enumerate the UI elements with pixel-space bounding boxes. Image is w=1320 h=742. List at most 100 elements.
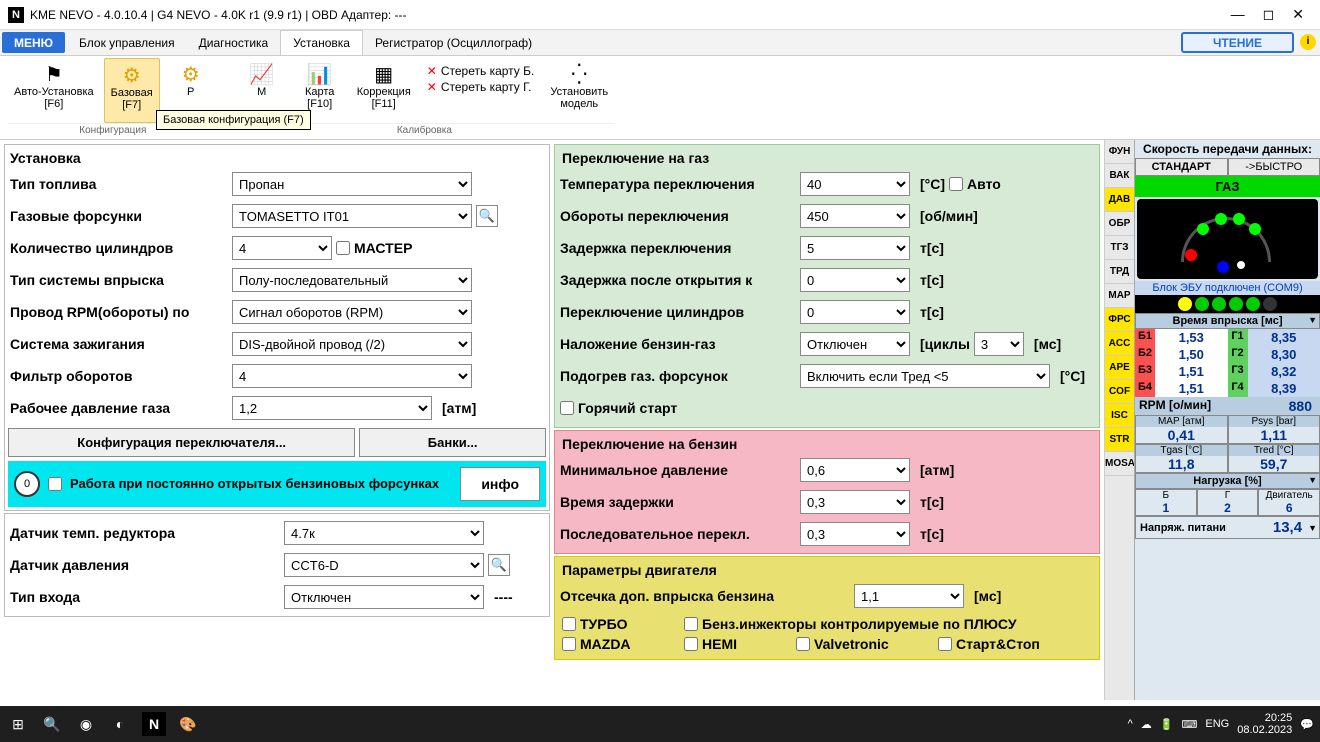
erase-map-b[interactable]: ✕Стереть карту Б. <box>427 64 535 78</box>
switch-config-button[interactable]: Конфигурация переключателя... <box>8 428 355 457</box>
maximize-icon[interactable]: ◻ <box>1263 6 1275 23</box>
ribbon-set-model[interactable]: ⁛Установить модель <box>544 58 614 123</box>
mazda-check[interactable]: MAZDA <box>562 636 672 652</box>
led-row <box>1135 295 1320 313</box>
side-tab-тгз[interactable]: ТГЗ <box>1105 236 1134 260</box>
tgas-box: Tgas [°C]11,8 <box>1135 444 1228 473</box>
paint-icon[interactable]: 🎨 <box>176 712 200 736</box>
injection-header[interactable]: Время впрыска [мс]▼ <box>1135 313 1320 329</box>
search-icon[interactable]: 🔍 <box>40 712 64 736</box>
clock[interactable]: 20:2508.02.2023 <box>1237 712 1292 736</box>
read-button[interactable]: ЧТЕНИЕ <box>1181 32 1294 53</box>
hemi-check[interactable]: HEMI <box>684 636 784 652</box>
master-check[interactable]: МАСТЕР <box>336 240 412 256</box>
erase-map-g[interactable]: ✕Стереть карту Г. <box>427 80 535 94</box>
auto-check[interactable]: Авто <box>949 176 1001 192</box>
constant-open-row: 0 Работа при постоянно открытых бензинов… <box>8 461 546 507</box>
overlap-select[interactable]: Отключен <box>800 332 910 356</box>
side-tab-обр[interactable]: ОБР <box>1105 212 1134 236</box>
turbo-check[interactable]: ТУРБО <box>562 616 672 632</box>
cyl-switch-select[interactable]: 0 <box>800 300 910 324</box>
side-tab-ape[interactable]: APE <box>1105 356 1134 380</box>
input-type-select[interactable]: Отключен <box>284 585 484 609</box>
tab-control-unit[interactable]: Блок управления <box>67 30 187 55</box>
side-tab-фун[interactable]: ФУН <box>1105 140 1134 164</box>
table-icon: ▦ <box>374 62 393 86</box>
side-tab-str[interactable]: STR <box>1105 428 1134 452</box>
side-tab-вак[interactable]: ВАК <box>1105 164 1134 188</box>
plus-injectors-check[interactable]: Бенз.инжекторы контролируемые по ПЛЮСУ <box>684 616 1064 632</box>
info-button[interactable]: инфо <box>460 467 540 501</box>
side-tab-cof[interactable]: COF <box>1105 380 1134 404</box>
open-delay-select[interactable]: 0 <box>800 268 910 292</box>
side-tab-дав[interactable]: ДАВ <box>1105 188 1134 212</box>
map-box: MAP [атм]0,41 <box>1135 415 1228 444</box>
cutoff-select[interactable]: 1,1 <box>854 584 964 608</box>
seq-switch-select[interactable]: 0,3 <box>800 522 910 546</box>
side-tab-трд[interactable]: ТРД <box>1105 260 1134 284</box>
scatter-icon: ⁛ <box>571 62 587 86</box>
cylinders-select[interactable]: 4 <box>232 236 332 260</box>
pressure-sensor-select[interactable]: CCT6-D <box>284 553 484 577</box>
ignition-select[interactable]: DIS-двойной провод (/2) <box>232 332 472 356</box>
constant-open-check[interactable] <box>48 477 62 491</box>
tab-diagnostics[interactable]: Диагностика <box>187 30 281 55</box>
side-tab-isc[interactable]: ISC <box>1105 404 1134 428</box>
pressure-label: Рабочее давление газа <box>10 400 228 416</box>
temp-sensor-select[interactable]: 4.7к <box>284 521 484 545</box>
pressure-unit: [атм] <box>436 400 476 416</box>
switch-temp-select[interactable]: 40 <box>800 172 910 196</box>
tab-recorder[interactable]: Регистратор (Осциллограф) <box>363 30 544 55</box>
cylinders-label: Количество цилиндров <box>10 240 228 256</box>
ribbon-base[interactable]: ⚙Базовая [F7] <box>104 58 160 123</box>
minimize-icon[interactable]: — <box>1231 6 1245 23</box>
overlap-cycles-select[interactable]: 3 <box>974 332 1024 356</box>
min-pressure-select[interactable]: 0,6 <box>800 458 910 482</box>
notification-icon[interactable]: 💬 <box>1300 718 1314 731</box>
keyboard-icon[interactable]: ⌨ <box>1182 718 1198 731</box>
speed-standard[interactable]: СТАНДАРТ <box>1135 158 1228 176</box>
ribbon-correction[interactable]: ▦Коррекция [F11] <box>351 58 417 123</box>
cloud-icon[interactable]: ☁ <box>1141 718 1152 731</box>
help-icon[interactable]: i <box>1300 34 1316 50</box>
menu-button[interactable]: МЕНЮ <box>2 32 65 53</box>
tab-installation[interactable]: Установка <box>280 30 363 55</box>
lang-indicator[interactable]: ENG <box>1205 718 1229 730</box>
injector-select[interactable]: TOMASETTO IT01 <box>232 204 472 228</box>
tray-up-icon[interactable]: ^ <box>1128 718 1133 730</box>
chevron-down-icon: ▼ <box>1308 475 1317 485</box>
banks-button[interactable]: Банки... <box>359 428 546 457</box>
close-icon[interactable]: ✕ <box>1292 6 1304 23</box>
battery-icon[interactable]: 🔋 <box>1160 718 1174 731</box>
valvetronic-check[interactable]: Valvetronic <box>796 636 926 652</box>
app-icon[interactable]: N <box>142 712 166 736</box>
petrol-delay-select[interactable]: 0,3 <box>800 490 910 514</box>
rpm-wire-select[interactable]: Сигнал оборотов (RPM) <box>232 300 472 324</box>
startstop-check[interactable]: Старт&Стоп <box>938 636 1040 652</box>
search-icon[interactable]: 🔍 <box>476 205 498 227</box>
switch-rpm-select[interactable]: 450 <box>800 204 910 228</box>
fuel-select[interactable]: Пропан <box>232 172 472 196</box>
ribbon-auto-install[interactable]: ⚑Авто-Установка [F6] <box>8 58 100 123</box>
injection-sys-select[interactable]: Полу-последовательный <box>232 268 472 292</box>
start-icon[interactable]: ⊞ <box>6 712 30 736</box>
input-type-label: Тип входа <box>10 589 280 605</box>
fuel-label: Тип топлива <box>10 176 228 192</box>
pressure-sensor-label: Датчик давления <box>10 557 280 573</box>
side-tab-mosa[interactable]: MOSA <box>1105 452 1134 476</box>
hot-start-check[interactable]: Горячий старт <box>560 400 677 416</box>
pressure-select[interactable]: 1,2 <box>232 396 432 420</box>
edge-icon[interactable]: ◐ <box>108 712 132 736</box>
side-tab-map[interactable]: MAP <box>1105 284 1134 308</box>
rpm-row: RPM [о/мин]880 <box>1135 397 1320 415</box>
heat-select[interactable]: Включить если Тред <5 <box>800 364 1050 388</box>
speed-fast[interactable]: ->БЫСТРО <box>1228 158 1320 176</box>
chrome-icon[interactable]: ◉ <box>74 712 98 736</box>
search-icon[interactable]: 🔍 <box>488 554 510 576</box>
side-tab-acc[interactable]: ACC <box>1105 332 1134 356</box>
load-header[interactable]: Нагрузка [%]▼ <box>1135 473 1320 489</box>
side-tab-фрс[interactable]: ФРС <box>1105 308 1134 332</box>
filter-select[interactable]: 4 <box>232 364 472 388</box>
switch-delay-select[interactable]: 5 <box>800 236 910 260</box>
side-tabs: ФУНВАКДАВОБРТГЗТРДMAPФРСACCAPECOFISCSTRM… <box>1104 140 1134 700</box>
